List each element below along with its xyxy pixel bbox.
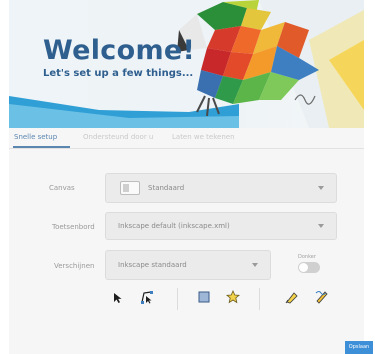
- welcome-dialog: Welcome! Let's set up a few things... Sn…: [9, 0, 373, 354]
- toggle-knob: [299, 263, 308, 272]
- welcome-banner: Welcome! Let's set up a few things...: [9, 0, 364, 128]
- pen-icon[interactable]: [285, 290, 299, 304]
- save-button[interactable]: Opslaan: [345, 341, 373, 354]
- appearance-label: Verschijnen: [54, 262, 95, 270]
- tab-supported-by-you[interactable]: Ondersteund door u: [83, 133, 153, 141]
- canvas-label: Canvas: [49, 184, 75, 192]
- keyboard-combo[interactable]: Inkscape default (inkscape.xml): [105, 212, 337, 240]
- canvas-combo[interactable]: Standaard: [105, 173, 337, 203]
- welcome-subtitle: Let's set up a few things...: [43, 68, 194, 79]
- keyboard-value: Inkscape default (inkscape.xml): [118, 222, 230, 230]
- select-arrow-icon[interactable]: [113, 292, 123, 304]
- welcome-title: Welcome!: [43, 35, 196, 66]
- appearance-value: Inkscape standaard: [118, 261, 187, 269]
- active-tab-indicator: [13, 146, 70, 148]
- icon-separator: [177, 288, 178, 310]
- tab-quick-setup[interactable]: Snelle setup: [14, 133, 57, 141]
- chevron-down-icon: [318, 224, 324, 228]
- icon-separator: [259, 288, 260, 310]
- node-tool-icon[interactable]: [140, 290, 154, 304]
- appearance-combo[interactable]: Inkscape standaard: [105, 250, 271, 280]
- rectangle-icon[interactable]: [198, 291, 210, 303]
- star-tool-icon[interactable]: [226, 290, 240, 304]
- canvas-preview-icon: [120, 181, 140, 195]
- canvas-value: Standaard: [148, 184, 185, 192]
- dark-label: Donker: [298, 254, 316, 260]
- tab-lets-draw[interactable]: Laten we tekenen: [172, 133, 235, 141]
- keyboard-label: Toetsenbord: [52, 223, 95, 231]
- chevron-down-icon: [318, 186, 324, 190]
- chevron-down-icon: [252, 263, 258, 267]
- dark-toggle[interactable]: [298, 262, 320, 273]
- pencil-icon[interactable]: [314, 289, 329, 304]
